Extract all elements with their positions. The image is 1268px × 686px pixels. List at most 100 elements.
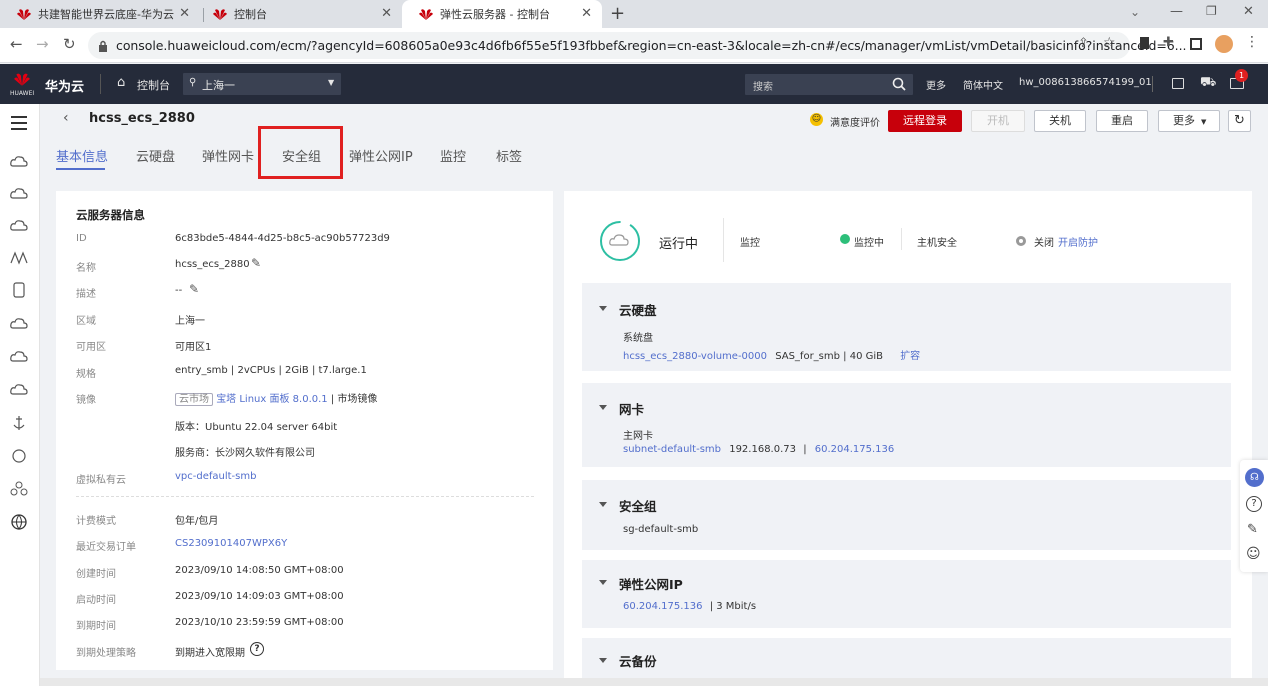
cloud-icon[interactable] (9, 347, 29, 367)
anchor-icon[interactable] (9, 413, 29, 433)
chevron-down-icon[interactable]: ⌄ (1130, 5, 1140, 19)
info-label: 规格 (76, 369, 96, 380)
cloud-icon[interactable] (9, 380, 29, 400)
tab-monitor[interactable]: 监控 (440, 146, 466, 165)
restore-icon[interactable]: ❐ (1206, 4, 1217, 18)
info-label: ID (76, 233, 87, 244)
image-type: | 市场镜像 (330, 394, 378, 405)
puzzle-icon[interactable]: ✚ (1163, 35, 1174, 50)
help-icon[interactable]: ? (1246, 496, 1262, 512)
database-icon[interactable] (9, 280, 29, 300)
home-icon[interactable]: ⌂ (117, 75, 125, 90)
edit-icon[interactable]: ✎ (251, 256, 261, 270)
start-button[interactable]: 开机 (971, 110, 1025, 132)
user-menu[interactable]: hw_008613866574199_01 (1019, 77, 1152, 88)
collapse-arrow-icon[interactable] (599, 658, 607, 663)
monitor-value: 监控中 (854, 238, 884, 249)
disk-link[interactable]: hcss_ecs_2880-volume-0000 (623, 351, 767, 362)
share-icon[interactable]: ⇪ (1078, 36, 1089, 51)
region-select[interactable]: ⚲ 上海一 ▼ (183, 73, 341, 95)
collapse-arrow-icon[interactable] (599, 502, 607, 507)
restart-button[interactable]: 重启 (1096, 110, 1148, 132)
minimize-icon[interactable]: — (1170, 4, 1183, 19)
eip-link[interactable]: 60.204.175.136 (623, 601, 703, 612)
globe-icon[interactable] (9, 512, 29, 532)
page-title: hcss_ecs_2880 (89, 111, 195, 126)
tab-basic-info[interactable]: 基本信息 (56, 146, 108, 165)
feedback-icon[interactable]: ✎ (1247, 522, 1258, 537)
window-close-icon[interactable]: ✕ (1243, 4, 1254, 19)
close-icon[interactable]: ✕ (381, 6, 392, 21)
help-icon[interactable]: ? (250, 642, 264, 656)
collapse-arrow-icon[interactable] (599, 580, 607, 585)
enable-protection-link[interactable]: 开启防护 (1058, 234, 1098, 249)
refresh-icon[interactable]: ↻ (1228, 110, 1251, 132)
chat-icon[interactable]: ☊ (1245, 468, 1264, 487)
browser-tab-1[interactable]: 共建智能世界云底座-华为云 ✕ (0, 0, 200, 28)
expand-link[interactable]: 扩容 (900, 351, 920, 362)
vpc-link[interactable]: vpc-default-smb (175, 471, 256, 482)
tab-eip[interactable]: 弹性公网IP (349, 146, 413, 165)
console-link[interactable]: 控制台 (137, 77, 170, 93)
security-group-section: 安全组 sg-default-smb (582, 480, 1231, 550)
sg-link[interactable]: sg-default-smb (623, 524, 698, 535)
browser-tab-3[interactable]: 弹性云服务器 - 控制台 ✕ (402, 0, 602, 28)
logo-text: HUAWEI (10, 90, 35, 97)
subnet-link[interactable]: subnet-default-smb (623, 444, 721, 455)
horizontal-scrollbar[interactable] (40, 678, 1268, 686)
url-text: console.huaweicloud.com/ecm/?agencyId=60… (116, 38, 1187, 53)
tab-nic[interactable]: 弹性网卡 (202, 146, 254, 165)
avatar[interactable] (1215, 35, 1233, 53)
image-version: 版本：Ubuntu 22.04 server 64bit (175, 422, 338, 433)
info-value: 2023/09/10 14:08:50 GMT+08:00 (175, 565, 344, 576)
tab-disk[interactable]: 云硬盘 (136, 146, 175, 165)
terminal-icon[interactable] (1172, 78, 1184, 89)
back-chevron-icon[interactable]: ‹ (63, 110, 69, 126)
card-title: 云服务器信息 (76, 208, 145, 222)
image-link[interactable]: 宝塔 Linux 面板 8.0.0.1 (216, 394, 327, 405)
browser-tab-2[interactable]: 控制台 ✕ (196, 0, 402, 28)
cloud-server-icon[interactable] (9, 152, 29, 172)
more-menu[interactable]: 更多 (926, 77, 946, 92)
close-icon[interactable]: ✕ (581, 6, 592, 21)
info-value: 到期进入宽限期 (175, 648, 245, 659)
extension-icon[interactable] (1140, 37, 1149, 49)
cluster-icon[interactable] (9, 479, 29, 499)
url-field[interactable]: console.huaweicloud.com/ecm/?agencyId=60… (88, 32, 1187, 59)
storage-icon[interactable] (9, 216, 29, 236)
remote-login-button[interactable]: 远程登录 (888, 110, 962, 132)
console-header: HUAWEI 华为云 ⌂ 控制台 ⚲ 上海一 ▼ 搜索 更多 简体中文 hw_0… (0, 64, 1268, 104)
menu-icon[interactable]: ⋮ (1245, 34, 1259, 50)
satisfaction-link[interactable]: 满意度评价 (830, 114, 880, 129)
cloud-icon[interactable] (9, 314, 29, 334)
brand-name[interactable]: 华为云 (45, 76, 84, 95)
collapse-arrow-icon[interactable] (599, 405, 607, 410)
huawei-logo-icon[interactable] (11, 70, 33, 88)
smile-icon[interactable]: ☺ (1246, 546, 1261, 562)
smile-icon: ☺ (810, 113, 823, 126)
forward-icon[interactable]: → (36, 35, 49, 53)
disk-row: hcss_ecs_2880-volume-0000 SAS_for_smb | … (623, 347, 920, 362)
close-icon[interactable]: ✕ (179, 6, 190, 21)
order-link[interactable]: CS2309101407WPX6Y (175, 538, 287, 549)
new-tab-icon[interactable]: + (610, 3, 625, 24)
back-icon[interactable]: ← (10, 35, 23, 53)
network-icon[interactable] (9, 248, 29, 268)
collapse-arrow-icon[interactable] (599, 306, 607, 311)
stop-button[interactable]: 关机 (1034, 110, 1086, 132)
edit-icon[interactable]: ✎ (189, 282, 199, 296)
star-icon[interactable]: ☆ (1103, 35, 1116, 51)
menu-icon[interactable] (11, 116, 27, 118)
more-button[interactable]: 更多 ▼ (1158, 110, 1220, 132)
eip-link[interactable]: 60.204.175.136 (815, 444, 895, 455)
search-icon[interactable] (892, 77, 906, 91)
language-menu[interactable]: 简体中文 (963, 77, 1003, 92)
sidebar-icon[interactable] (1190, 38, 1202, 50)
cloud-icon[interactable] (9, 184, 29, 204)
cart-icon[interactable]: ⛟ (1200, 75, 1216, 92)
search-input[interactable]: 搜索 (745, 74, 913, 95)
tab-tags[interactable]: 标签 (496, 146, 522, 165)
settings-icon[interactable] (9, 446, 29, 466)
reload-icon[interactable]: ↻ (63, 35, 76, 53)
browser-tab-title: 共建智能世界云底座-华为云 (38, 8, 174, 21)
